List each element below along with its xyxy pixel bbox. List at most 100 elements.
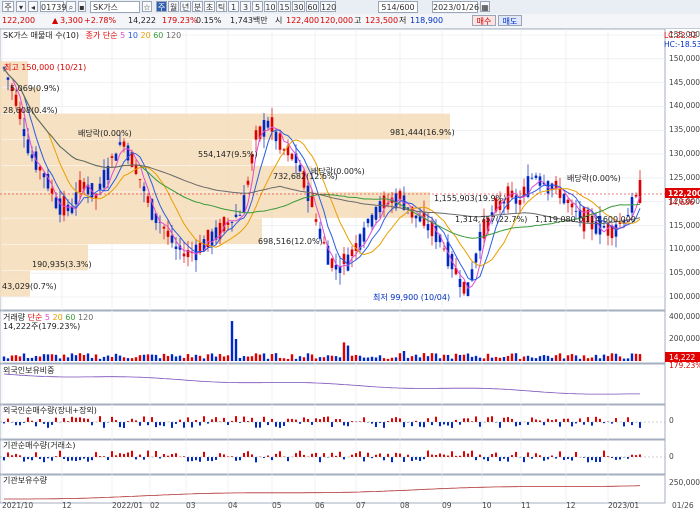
candle-body	[342, 253, 346, 265]
candle-body	[182, 253, 186, 257]
candle-body	[334, 264, 338, 270]
star-icon[interactable]: ☆	[142, 1, 152, 12]
inst-net-bar	[567, 457, 569, 460]
foreign-net-bar	[467, 418, 469, 422]
volume-bar	[586, 358, 590, 361]
stock-name-field[interactable]: SK가스	[90, 1, 140, 13]
period-button-9[interactable]: 10	[264, 1, 277, 12]
inst-hold-panel[interactable]	[0, 474, 666, 504]
candle-body	[330, 258, 334, 268]
period-button-4[interactable]: 초	[204, 1, 215, 12]
foreign-net-bar	[599, 418, 601, 422]
lock-icon[interactable]: ▪	[78, 1, 86, 12]
period-button-10[interactable]: 15	[278, 1, 291, 12]
period-button-11[interactable]: 30	[292, 1, 305, 12]
foreign-net-bar	[419, 422, 421, 427]
buy-button[interactable]: 매수	[472, 15, 496, 26]
previous-icon[interactable]: ◂	[28, 1, 38, 12]
volume-bar	[38, 356, 42, 361]
volume-bar	[146, 354, 150, 361]
volume-legend-title: 거래량	[3, 313, 26, 322]
inst-net-bar	[27, 457, 29, 460]
date-tick-0: 2021/10	[2, 501, 34, 510]
date-field[interactable]: 2023/01/26	[432, 1, 479, 13]
volume-bar	[210, 353, 214, 361]
foreign-net-bar	[443, 422, 445, 425]
foreign-net-bar	[431, 422, 433, 426]
inst-net-bar	[547, 457, 549, 460]
foreign-net-bar	[631, 422, 633, 426]
volume-bar	[294, 358, 298, 361]
foreign-net-bar	[75, 417, 77, 422]
date-tick-9: 08	[400, 501, 410, 510]
sell-button[interactable]: 매도	[498, 15, 522, 26]
menu-button[interactable]: 주	[2, 1, 14, 12]
volume-bar	[478, 357, 482, 361]
period-button-13[interactable]: 120	[320, 1, 336, 12]
foreign-ratio-legend: 외국인보유비중	[3, 366, 55, 375]
candle-body	[414, 215, 418, 219]
volume-bar	[638, 354, 642, 361]
foreign-net-bar	[15, 422, 17, 426]
inst-net-bar	[211, 457, 213, 462]
volume-bar	[190, 357, 194, 361]
volume-legend-120: 120	[78, 313, 94, 322]
volume-bar	[174, 356, 178, 361]
profile-label-2: 190,935(3.3%)	[32, 260, 92, 269]
volume-bar	[98, 358, 102, 361]
inst-net-bar	[423, 457, 425, 460]
date-tick-10: 09	[442, 501, 452, 510]
profile-label-5: 1,314,757(22.7%)	[455, 215, 528, 224]
volume-bar	[94, 354, 98, 361]
volume-pct: 179.23%	[162, 16, 198, 25]
candle-body	[118, 142, 122, 145]
candle-body	[570, 203, 574, 208]
foreign-net-bar	[587, 417, 589, 422]
volume-bar	[630, 353, 634, 361]
zoom-field[interactable]: 514/600	[378, 1, 418, 13]
foreign-net-bar	[583, 422, 585, 425]
volume-bar	[598, 358, 602, 361]
period-button-1[interactable]: 월	[168, 1, 179, 12]
candle-body	[6, 77, 10, 80]
inst-net-bar	[471, 450, 473, 457]
period-button-3[interactable]: 분	[192, 1, 203, 12]
chart-area[interactable]	[0, 29, 700, 510]
search-icon[interactable]: ⌕	[66, 1, 76, 12]
inst-net-bar	[123, 453, 125, 457]
candle-body	[558, 188, 562, 198]
inst-net-bar	[483, 457, 485, 460]
volume-bar	[450, 358, 454, 361]
volume-bar	[522, 356, 526, 361]
candle-body	[254, 130, 258, 140]
volume-panel[interactable]	[0, 310, 666, 364]
period-button-6[interactable]: 1	[228, 1, 239, 12]
volume-bar	[178, 355, 182, 361]
candle-body	[50, 188, 54, 194]
period-button-7[interactable]: 3	[240, 1, 251, 12]
period-button-2[interactable]: 년	[180, 1, 191, 12]
period-button-8[interactable]: 5	[252, 1, 263, 12]
period-button-5[interactable]: 틱	[216, 1, 227, 12]
inst-net-bar	[139, 454, 141, 457]
dropdown-arrow-icon[interactable]: ▾	[16, 1, 26, 12]
foreign-net-bar	[571, 422, 573, 427]
price-tick-0: 155,000	[669, 30, 700, 39]
calendar-icon[interactable]: ▦	[480, 1, 490, 12]
date-tick-3: 02	[150, 501, 160, 510]
candle-body	[162, 226, 166, 229]
volume-bar	[622, 358, 626, 361]
volume-legend-20: 20	[52, 313, 63, 322]
volume-bar	[578, 358, 582, 361]
price-change: 3,300	[60, 16, 83, 25]
period-button-12[interactable]: 60	[306, 1, 319, 12]
foreign-net-bar	[215, 417, 217, 422]
volume-bar	[54, 354, 58, 361]
volume-bar	[566, 355, 570, 361]
period-button-0[interactable]: 주	[156, 1, 167, 12]
foreign-net-bar	[391, 418, 393, 422]
volume-bar	[570, 354, 574, 361]
volume-bar	[562, 358, 566, 361]
volume-bar	[266, 358, 270, 361]
stock-code-input[interactable]: 017390	[40, 1, 72, 12]
